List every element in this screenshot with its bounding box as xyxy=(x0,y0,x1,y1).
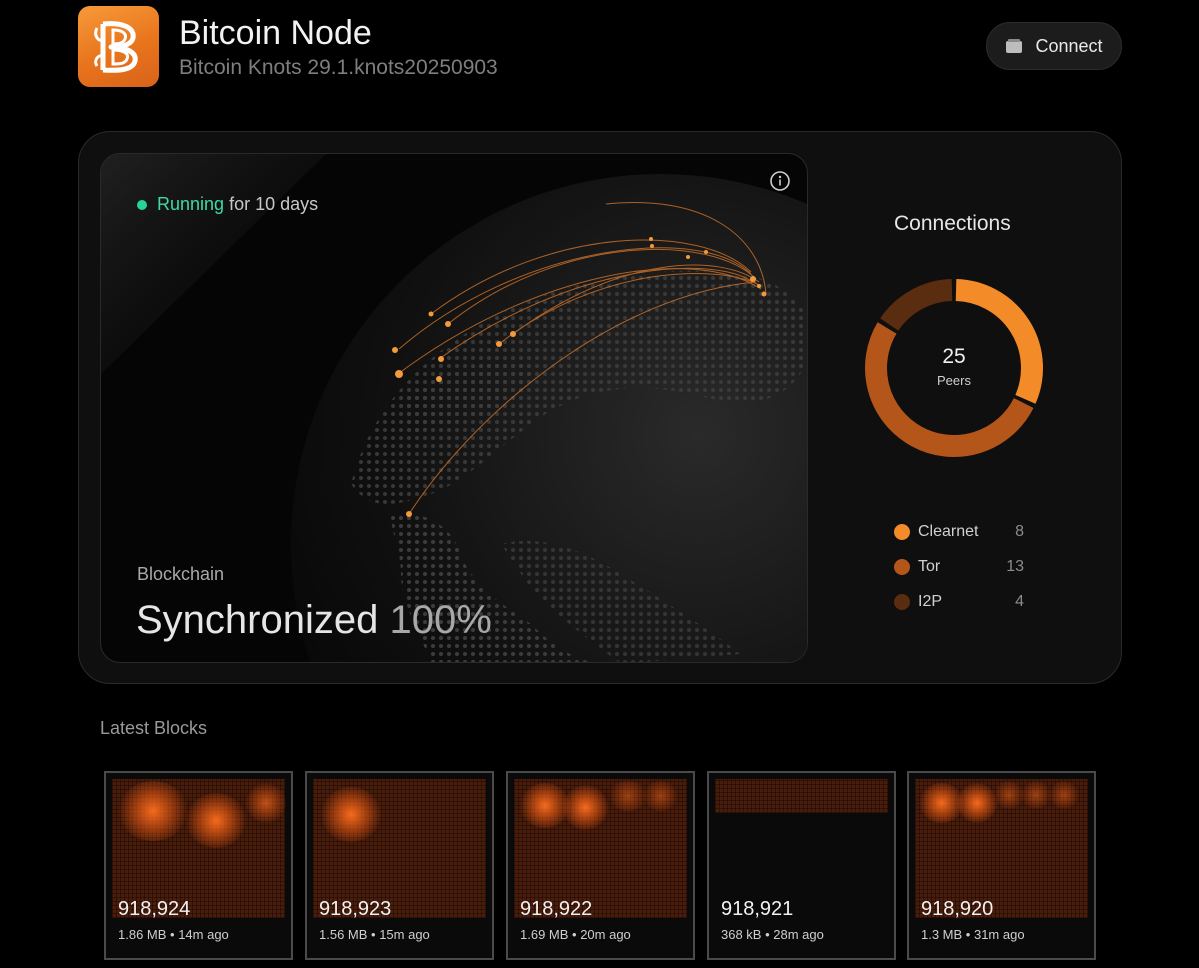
block-height: 918,922 xyxy=(520,898,593,920)
sync-percent: 100% xyxy=(389,598,492,642)
block-card[interactable]: 918,920 1.3 MB • 31m ago xyxy=(907,771,1096,960)
globe-illustration xyxy=(101,154,807,662)
block-height: 918,921 xyxy=(721,898,794,920)
block-card[interactable]: 918,924 1.86 MB • 14m ago xyxy=(104,771,293,960)
blockchain-label: Blockchain xyxy=(137,564,225,584)
info-icon[interactable] xyxy=(769,170,791,197)
block-meta: 1.69 MB • 20m ago xyxy=(520,927,631,942)
block-height: 918,924 xyxy=(118,898,191,920)
legend-count: 4 xyxy=(1015,592,1024,610)
wallet-icon xyxy=(1006,39,1023,53)
status-dot-icon xyxy=(137,199,147,210)
block-height: 918,920 xyxy=(921,898,994,920)
legend-tor: Tor 13 xyxy=(894,549,1024,584)
network-globe-panel: Running for 10 days Blockchain Synchroni… xyxy=(100,153,808,663)
legend-label: Clearnet xyxy=(918,522,979,540)
block-card[interactable]: 918,923 1.56 MB • 15m ago xyxy=(305,771,494,960)
block-meta: 1.86 MB • 14m ago xyxy=(118,927,229,942)
node-status: Running for 10 days xyxy=(137,194,318,215)
connect-button[interactable]: Connect xyxy=(986,22,1122,70)
block-meta: 1.3 MB • 31m ago xyxy=(921,927,1025,942)
sync-status-text: Synchronized xyxy=(136,598,379,642)
legend-i2p: I2P 4 xyxy=(894,584,1024,619)
block-height: 918,923 xyxy=(319,898,392,920)
block-meta: 368 kB • 28m ago xyxy=(721,927,824,942)
status-running: Running xyxy=(157,194,225,214)
legend-label: Tor xyxy=(918,557,941,575)
peers-summary: 25 Peers xyxy=(864,278,1044,458)
legend-dot-tor xyxy=(894,558,910,575)
latest-blocks-title: Latest Blocks xyxy=(100,718,208,738)
app-title: Bitcoin Node xyxy=(179,14,372,52)
block-card[interactable]: 918,921 368 kB • 28m ago xyxy=(707,771,896,960)
peer-count: 25 xyxy=(942,344,966,368)
sync-status: Synchronized 100% xyxy=(136,598,492,643)
legend-label: I2P xyxy=(918,592,943,610)
bitcoin-knots-logo-icon xyxy=(93,20,138,73)
legend-count: 8 xyxy=(1015,522,1024,540)
connections-donut: 25 Peers xyxy=(864,278,1044,458)
connections-legend: Clearnet 8 Tor 13 I2P 4 xyxy=(894,514,1024,619)
peer-label: Peers xyxy=(937,372,971,388)
app-version: Bitcoin Knots 29.1.knots20250903 xyxy=(179,56,498,79)
block-meta: 1.56 MB • 15m ago xyxy=(319,927,430,942)
legend-clearnet: Clearnet 8 xyxy=(894,514,1024,549)
legend-count: 13 xyxy=(1006,557,1024,575)
connect-label: Connect xyxy=(1035,35,1103,56)
connections-title: Connections xyxy=(894,212,1011,235)
block-card[interactable]: 918,922 1.69 MB • 20m ago xyxy=(506,771,695,960)
status-uptime: for 10 days xyxy=(229,194,319,214)
legend-dot-clearnet xyxy=(894,523,910,540)
legend-dot-i2p xyxy=(894,593,910,610)
app-logo xyxy=(78,6,159,87)
